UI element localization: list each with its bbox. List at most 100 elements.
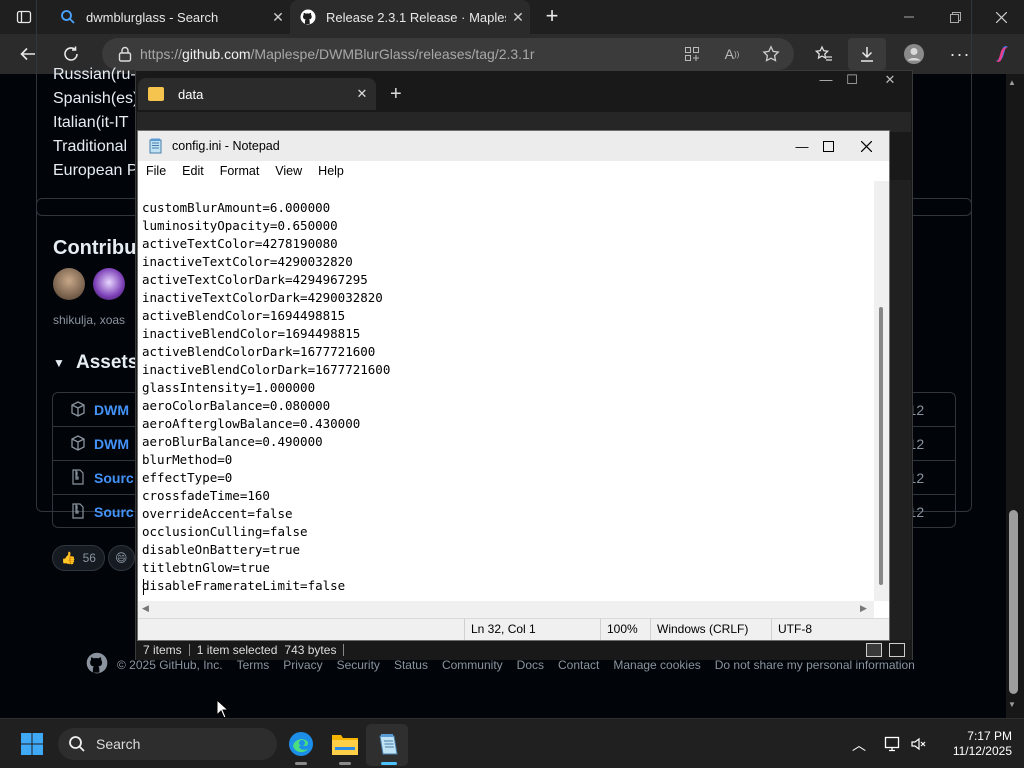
notepad-icon — [149, 138, 162, 154]
contributors-heading: Contribu — [53, 237, 137, 259]
menu-edit[interactable]: Edit — [174, 164, 212, 178]
footer-link-security[interactable]: Security — [337, 658, 380, 672]
notepad-title-bar[interactable]: config.ini - Notepad — — [138, 131, 889, 161]
reaction-smile[interactable]: 😄 — [108, 545, 135, 571]
status-zoom: 100% — [600, 619, 650, 640]
scroll-down-icon[interactable]: ▼ — [1008, 700, 1016, 709]
package-icon — [71, 401, 85, 417]
contributor-avatar[interactable] — [53, 268, 85, 300]
notepad-icon — [379, 734, 398, 755]
details-view-icon[interactable] — [866, 643, 882, 657]
scroll-right-icon[interactable]: ▶ — [860, 603, 867, 614]
asset-name[interactable]: DWM — [94, 402, 129, 418]
notepad-menu-bar: File Edit Format View Help — [138, 161, 889, 181]
text-line: activeBlendColorDark=1677721600 — [142, 344, 376, 359]
asset-name[interactable]: DWM — [94, 436, 129, 452]
menu-format[interactable]: Format — [212, 164, 268, 178]
menu-view[interactable]: View — [267, 164, 310, 178]
notepad-close-button[interactable] — [853, 140, 879, 152]
contributor-names: shikulja, xoas — [53, 313, 126, 327]
footer-link-community[interactable]: Community — [442, 658, 503, 672]
text-line: activeBlendColor=1694498815 — [142, 308, 346, 323]
notepad-title: config.ini - Notepad — [172, 139, 280, 153]
footer-link-privacy[interactable]: Privacy — [283, 658, 322, 672]
explorer-toolbar — [137, 112, 911, 132]
notepad-minimize-button[interactable]: — — [789, 139, 815, 154]
app-active-indicator — [381, 762, 397, 765]
notepad-window: config.ini - Notepad — File Edit Format … — [137, 130, 890, 641]
reaction-thumbs-up[interactable]: 👍 56 — [52, 545, 105, 571]
assets-heading[interactable]: Assets — [76, 352, 138, 374]
notepad-vertical-scroll-thumb[interactable] — [879, 307, 883, 585]
menu-file[interactable]: File — [138, 164, 174, 178]
package-icon — [71, 435, 85, 451]
text-line: aeroBlurBalance=0.490000 — [142, 434, 323, 449]
footer-link-cookies[interactable]: Manage cookies — [613, 658, 700, 672]
folder-icon — [148, 87, 164, 101]
language-item: Traditional — [53, 138, 128, 155]
text-line: inactiveTextColor=4290032820 — [142, 254, 353, 269]
windows-start-icon[interactable] — [20, 732, 44, 756]
explorer-new-tab-button[interactable]: + — [390, 84, 402, 104]
status-cursor-position: Ln 32, Col 1 — [464, 619, 600, 640]
scroll-left-icon[interactable]: ◀ — [142, 603, 149, 614]
footer-link-terms[interactable]: Terms — [237, 658, 270, 672]
text-line: inactiveBlendColorDark=1677721600 — [142, 362, 391, 377]
text-line: activeTextColor=4278190080 — [142, 236, 338, 251]
search-label: Search — [96, 736, 141, 752]
footer-link-contact[interactable]: Contact — [558, 658, 599, 672]
explorer-tab-title: data — [178, 86, 204, 102]
text-line: effectType=0 — [142, 470, 233, 485]
text-line: glassIntensity=1.000000 — [142, 380, 316, 395]
language-item: Spanish(es) — [53, 90, 139, 107]
notepad-horizontal-scrollbar[interactable]: ◀ ▶ — [138, 601, 874, 618]
text-line: titlebtnGlow=true — [142, 560, 270, 575]
scroll-up-icon[interactable]: ▲ — [1008, 78, 1016, 87]
status-selected: 1 item selected — [196, 643, 278, 657]
github-footer: © 2025 GitHub, Inc. Terms Privacy Securi… — [117, 658, 915, 672]
mouse-cursor-icon — [216, 699, 229, 719]
contributor-avatar[interactable] — [93, 268, 125, 300]
explorer-minimize-button[interactable]: — — [814, 68, 838, 92]
page-scroll-thumb[interactable] — [1009, 510, 1018, 694]
text-line: aeroColorBalance=0.080000 — [142, 398, 331, 413]
copilot-icon[interactable] — [986, 38, 1018, 70]
asset-name[interactable]: Sourc — [94, 470, 134, 486]
edge-browser-icon[interactable] — [287, 730, 315, 758]
taskbar-search-box[interactable]: Search — [58, 728, 277, 760]
file-explorer-icon[interactable] — [331, 731, 359, 757]
explorer-tab-data[interactable]: data ✕ — [138, 78, 376, 110]
notepad-status-bar: Ln 32, Col 1 100% Windows (CRLF) UTF-8 — [138, 618, 889, 640]
language-item: European P — [53, 162, 138, 179]
notepad-text-area[interactable]: customBlurAmount=6.000000 luminosityOpaci… — [142, 181, 874, 601]
asset-name[interactable]: Sourc — [94, 504, 134, 520]
status-item-count: 7 items — [143, 643, 182, 657]
explorer-tab-close[interactable]: ✕ — [348, 86, 376, 102]
menu-help[interactable]: Help — [310, 164, 352, 178]
language-item: Italian(it-IT — [53, 114, 129, 131]
network-icon[interactable] — [884, 735, 902, 753]
chevron-up-icon[interactable]: ︿ — [852, 735, 866, 755]
explorer-maximize-button[interactable]: ☐ — [840, 68, 864, 92]
taskbar-clock[interactable]: 7:17 PM 11/12/2025 — [924, 729, 1012, 759]
file-zip-icon — [72, 503, 84, 519]
arrow-left-icon — [20, 47, 35, 61]
footer-link-docs[interactable]: Docs — [517, 658, 544, 672]
clock-date: 11/12/2025 — [952, 744, 1012, 758]
text-line: overrideAccent=false — [142, 506, 293, 521]
footer-link-do-not-share[interactable]: Do not share my personal information — [715, 658, 915, 672]
footer-link-status[interactable]: Status — [394, 658, 428, 672]
explorer-close-button[interactable]: ✕ — [878, 68, 902, 92]
github-logo-icon[interactable] — [86, 652, 108, 674]
footer-copyright: © 2025 GitHub, Inc. — [117, 658, 223, 672]
text-line: crossfadeTime=160 — [142, 488, 270, 503]
text-line: activeTextColorDark=4294967295 — [142, 272, 368, 287]
notepad-maximize-button[interactable] — [815, 140, 841, 152]
text-line: customBlurAmount=6.000000 — [142, 200, 331, 215]
text-line: aeroAfterglowBalance=0.430000 — [142, 416, 361, 431]
close-window-button[interactable] — [978, 0, 1024, 34]
explorer-side-panel — [890, 180, 911, 640]
tiles-view-icon[interactable] — [889, 643, 905, 657]
triangle-down-icon[interactable]: ▼ — [53, 356, 65, 370]
explorer-status-bar: 7 items 1 item selected 743 bytes — [136, 640, 912, 660]
